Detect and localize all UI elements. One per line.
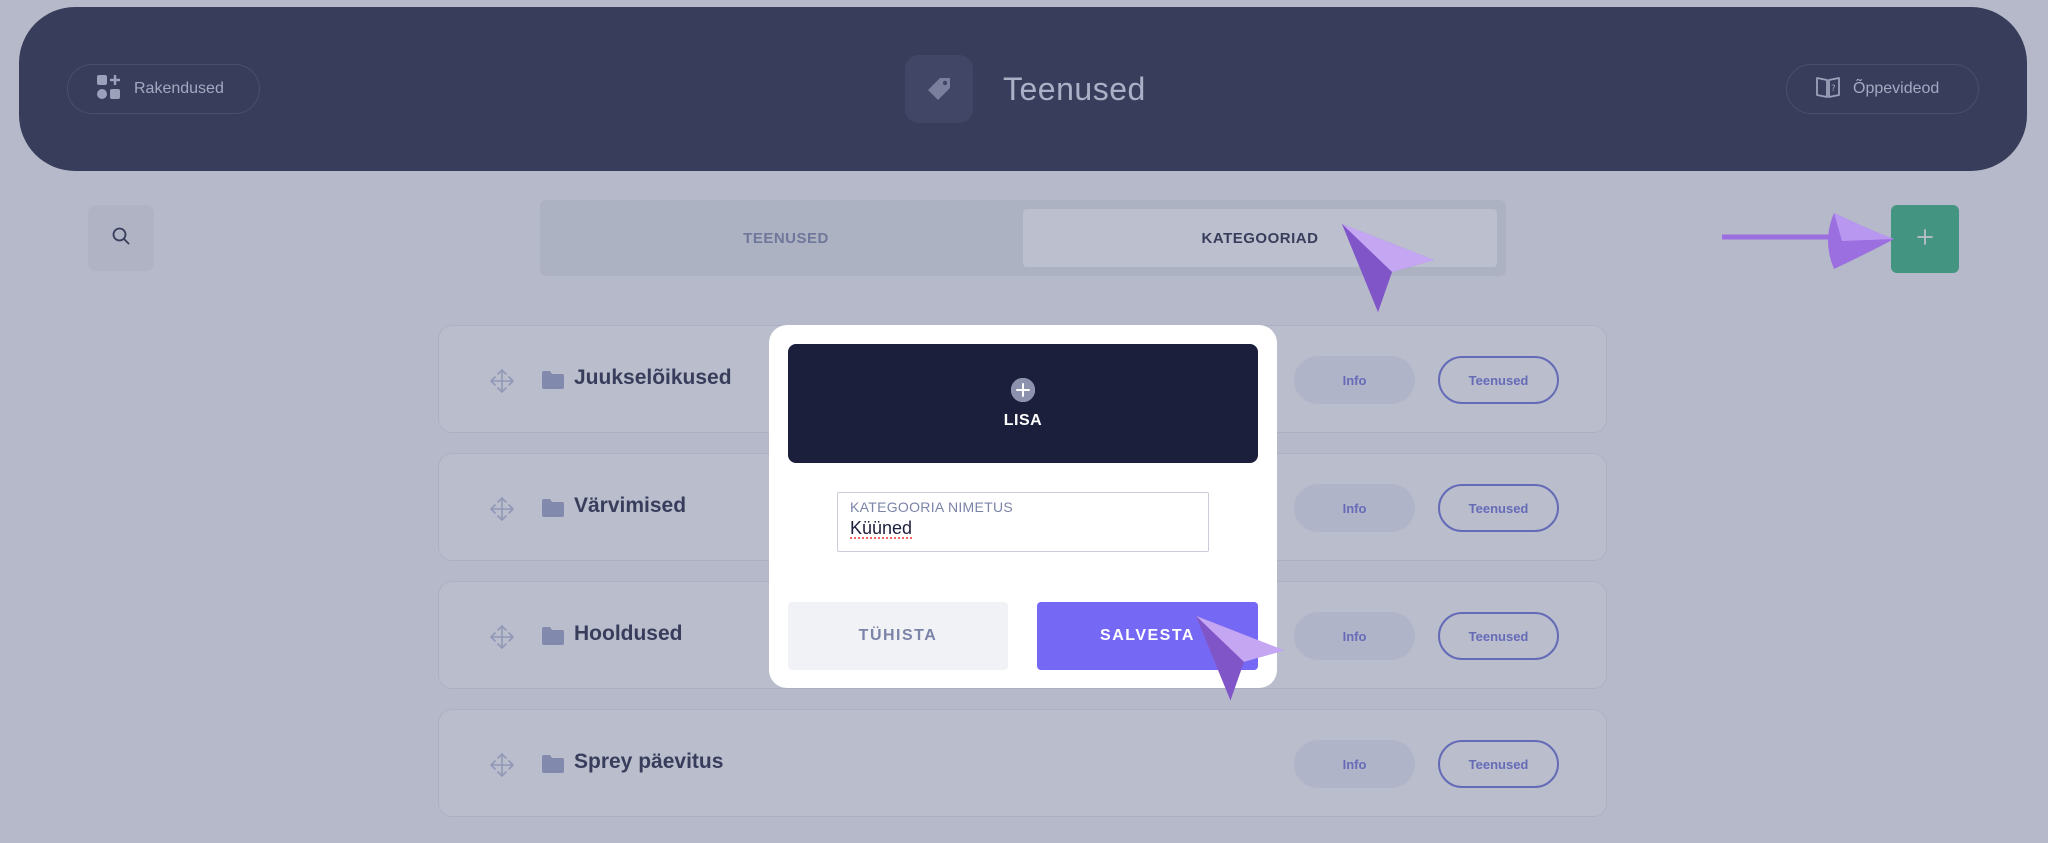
add-circle-icon	[1011, 377, 1035, 402]
field-label: KATEGOORIA NIMETUS	[850, 499, 1014, 515]
dialog-title: LISA	[1003, 411, 1043, 429]
cursor-pointer-icon	[1342, 224, 1434, 312]
category-name-field[interactable]: KATEGOORIA NIMETUS	[837, 492, 1209, 552]
cursor-pointer-icon	[1195, 615, 1285, 701]
dialog-header: LISA	[788, 344, 1258, 463]
cancel-button[interactable]: TÜHISTA	[788, 602, 1008, 670]
arrow-pointer-icon	[1722, 213, 1894, 269]
category-name-input[interactable]	[850, 518, 1196, 539]
